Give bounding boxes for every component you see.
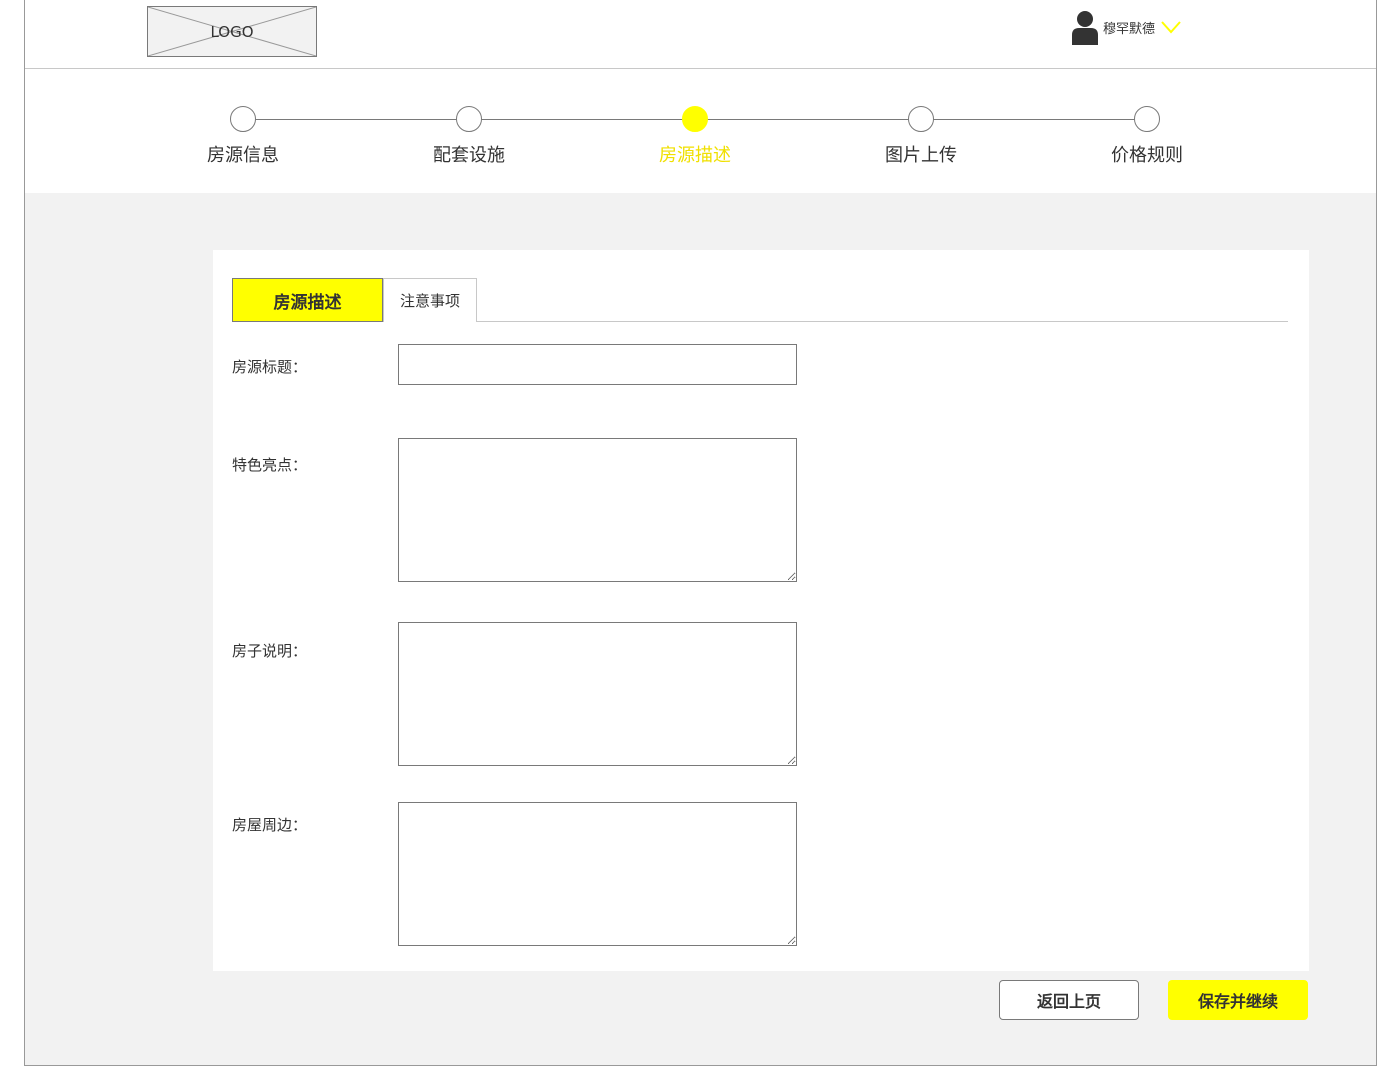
- tab-house-description[interactable]: 房源描述: [232, 278, 383, 322]
- step-dot: [230, 106, 256, 132]
- title-input[interactable]: [398, 344, 797, 385]
- logo-text: LOGO: [210, 22, 254, 41]
- form-panel: 房源描述 注意事项 房源标题： 特色亮点： 房子说明： 房屋周边：: [213, 250, 1309, 971]
- highlights-label: 特色亮点：: [232, 456, 308, 474]
- content-area: 房源描述 注意事项 房源标题： 特色亮点： 房子说明： 房屋周边： 返回上页 保…: [25, 193, 1376, 1065]
- step-house-info[interactable]: 房源信息: [183, 106, 303, 167]
- description-textarea[interactable]: [398, 622, 797, 766]
- step-label: 图片上传: [885, 145, 957, 166]
- step-price-rules[interactable]: 价格规则: [1087, 106, 1207, 167]
- step-dot: [1134, 106, 1160, 132]
- step-house-description[interactable]: 房源描述: [635, 106, 755, 167]
- step-dot: [908, 106, 934, 132]
- progress-stepper: 房源信息 配套设施 房源描述 图片上传 价格规则: [25, 69, 1376, 193]
- step-label: 房源描述: [659, 145, 731, 166]
- description-label: 房子说明：: [232, 642, 308, 660]
- step-dot-active: [682, 106, 708, 132]
- highlights-textarea[interactable]: [398, 438, 797, 582]
- surroundings-label: 房屋周边：: [232, 816, 308, 834]
- user-avatar-icon: [1072, 11, 1098, 45]
- app-frame: LOGO 穆罕默德 房源信息 配套设施 房源描述 图片上传 价格规则 房源描述 …: [24, 0, 1377, 1066]
- back-button[interactable]: 返回上页: [999, 980, 1139, 1020]
- step-label: 配套设施: [433, 145, 505, 166]
- user-menu[interactable]: 穆罕默德: [1071, 9, 1181, 45]
- step-image-upload[interactable]: 图片上传: [861, 106, 981, 167]
- step-label: 价格规则: [1111, 145, 1183, 166]
- chevron-down-icon[interactable]: [1161, 20, 1181, 34]
- surroundings-textarea[interactable]: [398, 802, 797, 946]
- top-header: LOGO 穆罕默德: [25, 0, 1376, 69]
- user-name: 穆罕默德: [1103, 21, 1156, 37]
- title-label: 房源标题：: [232, 358, 308, 376]
- save-continue-button[interactable]: 保存并继续: [1168, 980, 1308, 1020]
- step-facilities[interactable]: 配套设施: [409, 106, 529, 167]
- step-dot: [456, 106, 482, 132]
- step-label: 房源信息: [207, 145, 279, 166]
- logo[interactable]: LOGO: [147, 6, 317, 57]
- tab-notes[interactable]: 注意事项: [383, 278, 477, 322]
- tab-bar: 房源描述 注意事项: [232, 278, 1288, 322]
